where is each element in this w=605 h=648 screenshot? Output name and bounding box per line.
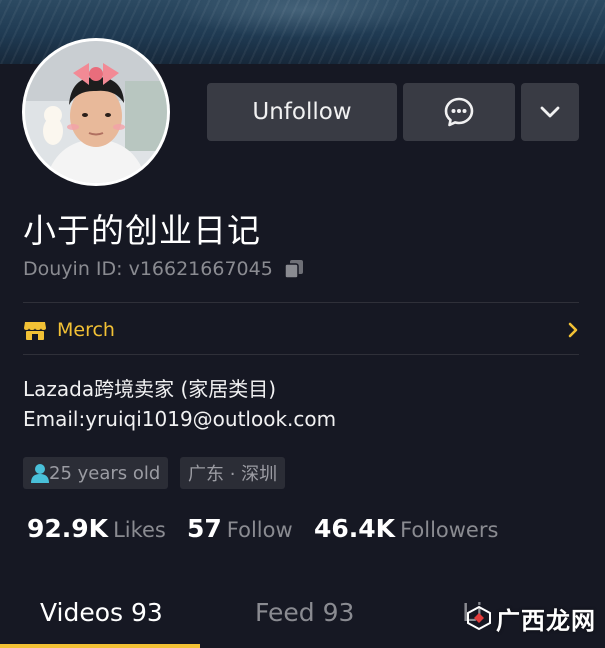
tab-videos[interactable]: Videos 93 bbox=[40, 598, 163, 627]
douyin-id: Douyin ID: v16621667045 bbox=[23, 258, 273, 280]
watermark-logo-icon bbox=[467, 605, 491, 631]
followers-label: Followers bbox=[400, 518, 499, 542]
follow-label: Follow bbox=[226, 518, 293, 542]
profile-name: 小于的创业日记 bbox=[23, 211, 261, 250]
age-text: 25 years old bbox=[49, 462, 161, 484]
divider bbox=[23, 302, 579, 303]
likes-count: 92.9K bbox=[27, 514, 109, 543]
divider bbox=[23, 354, 579, 355]
followers-count: 46.4K bbox=[314, 514, 396, 543]
message-icon bbox=[444, 97, 474, 127]
person-icon bbox=[31, 464, 49, 483]
likes-label: Likes bbox=[113, 518, 166, 542]
followers-stat[interactable]: 46.4K Followers bbox=[314, 514, 498, 543]
location-tag: 广东 · 深圳 bbox=[180, 457, 286, 489]
avatar[interactable] bbox=[22, 38, 170, 186]
copy-icon[interactable] bbox=[283, 258, 305, 280]
shop-icon bbox=[24, 322, 46, 340]
more-options-button[interactable] bbox=[521, 83, 579, 141]
likes-stat[interactable]: 92.9K Likes bbox=[27, 514, 166, 543]
follow-count: 57 bbox=[187, 514, 222, 543]
location-text: 广东 · 深圳 bbox=[188, 464, 278, 485]
bio-line: Lazada跨境卖家 (家居类目) bbox=[23, 377, 277, 401]
bio-email: Email:yruiqi1019@outlook.com bbox=[23, 407, 337, 431]
merch-label: Merch bbox=[57, 319, 115, 341]
douyin-id-row: Douyin ID: v16621667045 bbox=[23, 258, 305, 280]
watermark: 广西龙网 bbox=[466, 600, 595, 636]
chevron-right-icon bbox=[568, 322, 578, 338]
chevron-down-icon bbox=[540, 106, 560, 118]
unfollow-button[interactable]: Unfollow bbox=[207, 83, 397, 141]
message-button[interactable] bbox=[403, 83, 515, 141]
tab-feed[interactable]: Feed 93 bbox=[255, 598, 354, 627]
active-tab-indicator bbox=[0, 644, 200, 648]
unfollow-label: Unfollow bbox=[252, 99, 352, 125]
avatar-photo bbox=[25, 41, 167, 183]
age-tag: 25 years old bbox=[23, 457, 169, 489]
merch-row[interactable]: Merch bbox=[23, 313, 579, 347]
follow-stat[interactable]: 57 Follow bbox=[187, 514, 293, 543]
watermark-text: 广西龙网 bbox=[496, 606, 596, 635]
